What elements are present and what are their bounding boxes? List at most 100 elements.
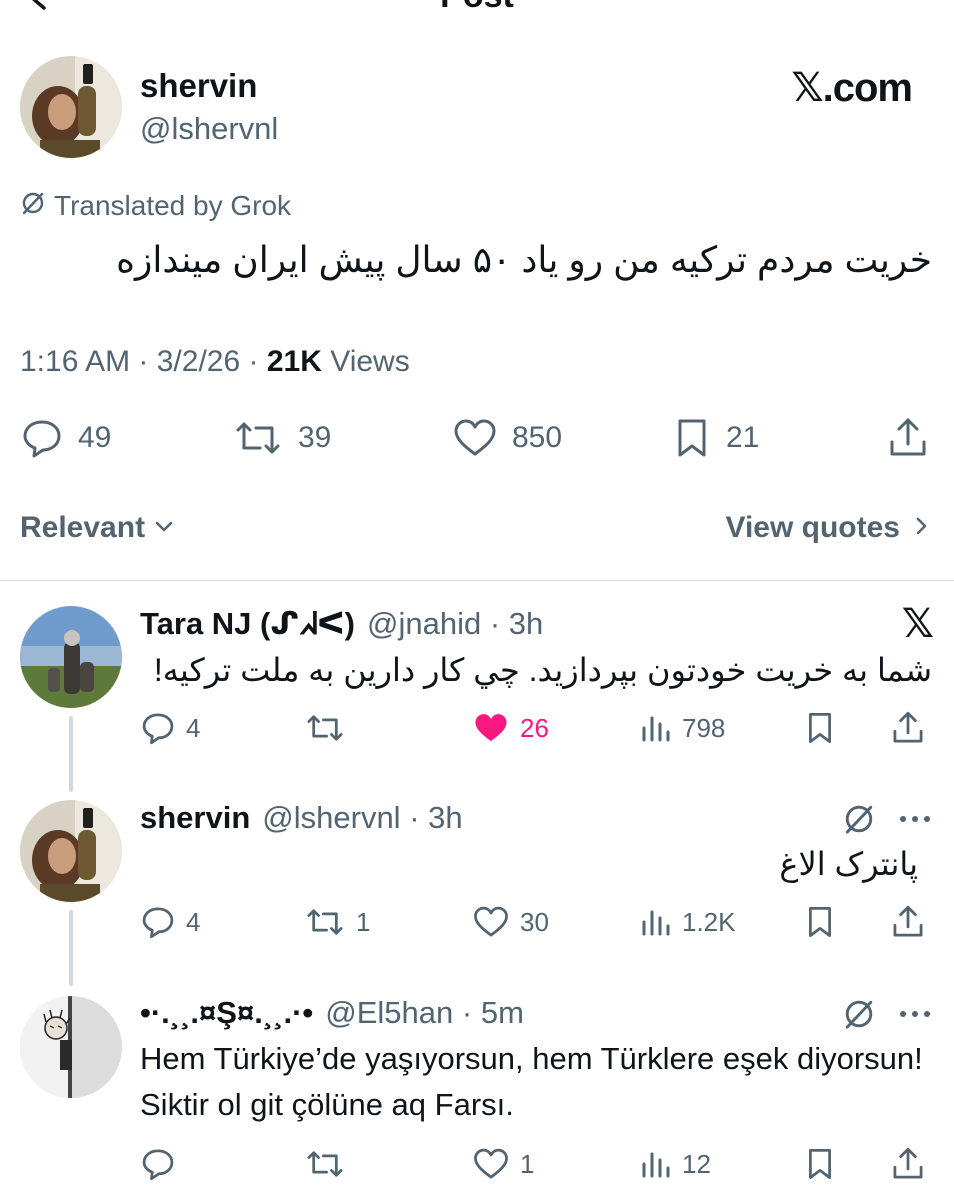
meta-dot: · — [138, 345, 157, 378]
views-icon — [640, 710, 672, 746]
meta-dot: · — [400, 800, 429, 835]
post-meta: 1:16 AM · 3/2/26 · 21K Views — [20, 342, 410, 382]
bookmark-button[interactable] — [804, 1142, 836, 1186]
views-button[interactable]: 1.2K — [640, 900, 736, 944]
sort-label: Relevant — [20, 511, 146, 544]
translation-indicator[interactable]: Translated by Grok — [20, 188, 291, 224]
more-icon[interactable] — [898, 810, 932, 833]
reply-author-handle[interactable]: @El5han — [325, 993, 453, 1033]
view-quotes-label: View quotes — [725, 511, 901, 544]
share-button[interactable] — [890, 900, 926, 944]
like-button[interactable]: 26 — [472, 706, 549, 750]
x-logo: 𝕏.com — [791, 66, 913, 110]
reply-button[interactable]: 4 — [140, 706, 200, 750]
bookmark-count: 21 — [726, 421, 760, 454]
author-name[interactable]: shervin — [140, 66, 257, 106]
reply-button[interactable]: 4 — [140, 900, 200, 944]
grok-icon — [20, 190, 46, 223]
repost-button[interactable]: 39 — [232, 412, 331, 464]
repost-button[interactable] — [304, 706, 356, 750]
post-text: خریت مردم ترکیه من رو یاد ۵۰ سال پیش ایر… — [116, 239, 932, 280]
chevron-down-icon — [153, 508, 175, 548]
bookmark-icon — [804, 710, 836, 746]
repost-button[interactable] — [304, 1142, 356, 1186]
like-button[interactable]: 850 — [452, 412, 562, 464]
views-icon — [640, 1146, 672, 1182]
reply-count: 49 — [78, 421, 112, 454]
like-count: 30 — [520, 906, 549, 937]
like-icon — [472, 710, 510, 746]
reply-author-handle[interactable]: @lshervnl — [262, 798, 400, 838]
bookmark-icon — [672, 416, 712, 460]
grok-icon[interactable] — [842, 997, 876, 1036]
reply-header: shervin @lshervnl · 3h — [140, 798, 463, 838]
reply-avatar[interactable] — [20, 996, 122, 1098]
views-count: 21K — [266, 345, 322, 378]
author-avatar[interactable] — [20, 56, 122, 158]
bookmark-button[interactable]: 21 — [672, 412, 759, 464]
reply-button[interactable]: 49 — [20, 412, 111, 464]
views-button[interactable]: 12 — [640, 1142, 711, 1186]
share-button[interactable] — [890, 1142, 926, 1186]
reply-icon — [140, 904, 176, 940]
bookmark-icon — [804, 1146, 836, 1182]
views-icon — [640, 904, 672, 940]
chevron-right-icon — [910, 508, 932, 548]
meta-dot: · — [453, 995, 481, 1030]
reply-text: پانترک الاغ — [779, 846, 918, 882]
grok-icon[interactable] — [842, 802, 876, 841]
more-icon[interactable] — [898, 1005, 932, 1028]
post-actions: 49 39 850 21 — [0, 412, 954, 464]
reply-header: •·.¸¸.¤Ş¤.¸¸.·• @El5han · 5m — [140, 993, 524, 1033]
sort-dropdown[interactable]: Relevant — [20, 508, 175, 548]
author-handle[interactable]: @lshervnl — [140, 110, 278, 148]
reply-avatar[interactable] — [20, 800, 122, 902]
like-button[interactable]: 30 — [472, 900, 549, 944]
reply-author-name[interactable]: shervin — [140, 798, 250, 838]
post-time: 1:16 AM — [20, 345, 131, 378]
like-button[interactable]: 1 — [472, 1142, 534, 1186]
bookmark-icon — [804, 904, 836, 940]
reply-text: Hem Türkiye’de yaşıyorsun, hem Türklere … — [140, 1041, 923, 1122]
reply-icon — [20, 416, 64, 460]
views-label[interactable]: Views — [330, 345, 409, 378]
like-count: 850 — [512, 421, 563, 454]
share-icon — [890, 904, 926, 940]
repost-icon — [304, 710, 346, 746]
reply-icon — [140, 1146, 176, 1182]
meta-dot: · — [248, 345, 267, 378]
share-button[interactable] — [890, 706, 926, 750]
share-icon — [886, 416, 930, 460]
repost-button[interactable]: 1 — [304, 900, 370, 944]
like-icon — [472, 1146, 510, 1182]
translated-label: Translated by Grok — [54, 190, 292, 221]
page-header: Post — [0, 0, 954, 14]
reply-age[interactable]: 3h — [428, 798, 462, 838]
thread-line — [69, 716, 73, 792]
view-quotes-link[interactable]: View quotes — [726, 508, 933, 548]
bookmark-button[interactable] — [804, 706, 836, 750]
views-button[interactable]: 798 — [640, 706, 725, 750]
like-count: 1 — [520, 1148, 535, 1179]
post-date: 3/2/26 — [156, 345, 241, 378]
reply-count: 4 — [186, 712, 201, 743]
reply-count: 4 — [186, 906, 201, 937]
bookmark-button[interactable] — [804, 900, 836, 944]
reply-author-handle[interactable]: @jnahid — [367, 604, 481, 644]
reply-avatar[interactable] — [20, 606, 122, 708]
reply-button[interactable] — [140, 1142, 186, 1186]
like-icon — [472, 904, 510, 940]
repost-icon — [232, 416, 284, 460]
reply-age[interactable]: 5m — [481, 993, 524, 1033]
reply-author-name[interactable]: Tara NJ (ᔑᖽᐸ) — [140, 604, 355, 644]
like-count: 26 — [520, 712, 549, 743]
like-icon — [452, 416, 498, 460]
repost-icon — [304, 1146, 346, 1182]
x-badge: 𝕏 — [901, 602, 934, 646]
share-button[interactable] — [886, 412, 930, 464]
reply-author-name[interactable]: •·.¸¸.¤Ş¤.¸¸.·• — [140, 993, 313, 1033]
page-title: Post — [0, 0, 954, 14]
reply-actions: 1 12 — [140, 1142, 940, 1186]
views-count: 12 — [682, 1148, 711, 1179]
reply-age[interactable]: 3h — [509, 604, 543, 644]
